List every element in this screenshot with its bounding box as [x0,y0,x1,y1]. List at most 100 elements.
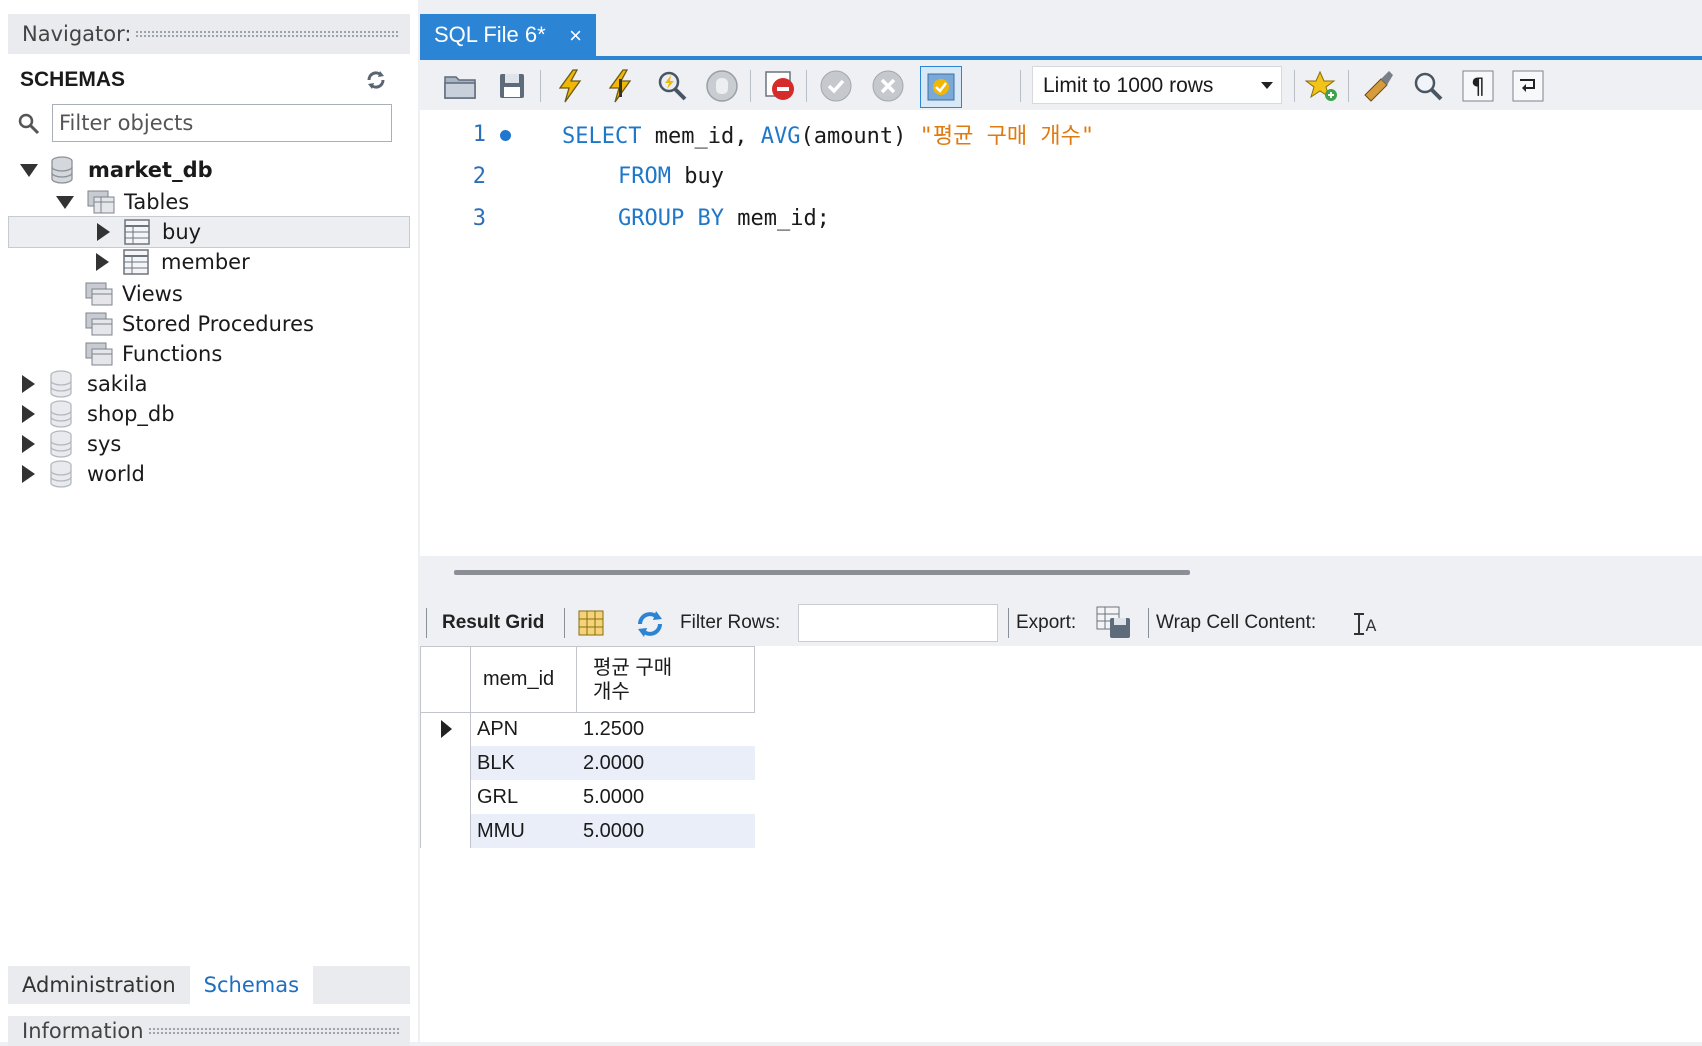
tree-label: Tables [124,190,190,214]
autocommit-toggle[interactable] [920,66,962,108]
expand-arrow-icon[interactable] [22,375,35,393]
column-header-mem-id[interactable]: mem_id [471,647,577,713]
beautify-button[interactable] [1360,68,1396,104]
schema-label: sakila [87,372,148,396]
tree-item-functions[interactable]: Functions [84,338,222,370]
schemas-label: SCHEMAS [20,68,126,91]
horizontal-scrollbar[interactable] [420,556,1702,596]
expand-arrow-icon[interactable] [97,223,110,241]
schemas-bar: SCHEMAS [8,60,410,100]
rollback-button[interactable] [870,68,906,104]
sql-editor[interactable]: 1 SELECT mem_id, AVG(amount) "평균 구매 개수" … [420,110,1702,556]
filter-objects-input[interactable] [52,104,392,142]
stop-on-error-button[interactable] [762,68,798,104]
schema-sys[interactable]: sys [22,428,121,460]
tab-schemas[interactable]: Schemas [189,966,314,1004]
grid-view-icon[interactable] [578,610,604,636]
tree-item-tables[interactable]: Tables [56,186,189,218]
save-button[interactable] [494,68,530,104]
schema-shop-db[interactable]: shop_db [22,398,175,430]
cell-mem-id[interactable]: APN [471,712,577,746]
cell-avg[interactable]: 1.2500 [577,712,755,746]
export-icon[interactable] [1096,606,1132,640]
filter-rows-label: Filter Rows: [680,612,781,633]
stop-button[interactable] [704,68,740,104]
tree-item-stored-procedures[interactable]: Stored Procedures [84,308,314,340]
expand-arrow-icon[interactable] [96,253,109,271]
expand-arrow-icon[interactable] [22,405,35,423]
table-icon [124,219,150,245]
filter-rows-input[interactable] [798,604,998,642]
tree-label: Functions [122,342,223,366]
table-row[interactable]: BLK 2.0000 [420,746,755,780]
limit-rows-label: Limit to 1000 rows [1043,74,1214,97]
tree-item-views[interactable]: Views [84,278,183,310]
tree-item-table-member[interactable]: member [96,246,250,278]
tab-sql-file-6[interactable]: SQL File 6* × [420,14,596,56]
magnifier-icon [1414,72,1443,101]
column-header-avg[interactable]: 평균 구매 개수 [577,647,755,713]
line-number: 1 [472,121,486,147]
table-row[interactable]: APN 1.2500 [420,712,755,746]
collapse-arrow-icon[interactable] [56,195,74,209]
pilcrow-icon: ¶ [1462,70,1494,102]
tab-administration[interactable]: Administration [8,966,190,1004]
schema-world[interactable]: world [22,458,145,490]
sql-toolbar: Limit to 1000 rows ¶ [420,60,1702,110]
cell-mem-id[interactable]: MMU [471,814,577,848]
cell-avg[interactable]: 5.0000 [577,814,755,848]
svg-text:¶: ¶ [1471,75,1485,100]
row-selector[interactable] [421,814,471,848]
row-selector[interactable] [421,746,471,780]
explain-button[interactable] [654,68,690,104]
editor-tab-strip: SQL File 6* × [420,14,1702,60]
functions-folder-icon [85,342,113,366]
execute-current-button[interactable] [604,68,640,104]
error-stop-icon [765,71,794,100]
expand-arrow-icon[interactable] [22,465,35,483]
export-label: Export: [1016,612,1077,633]
execute-button[interactable] [552,68,588,104]
procedures-folder-icon [85,312,113,336]
expand-arrow-icon[interactable] [22,435,35,453]
refresh-results-icon[interactable] [634,610,666,638]
invisible-chars-button[interactable]: ¶ [1460,68,1496,104]
row-selector[interactable] [421,780,471,814]
x-circle-icon [872,70,904,102]
refresh-schemas-icon[interactable] [364,68,388,92]
keyword: GROUP BY [618,205,724,231]
wrap-cell-icon[interactable]: A [1352,612,1378,636]
tree-item-table-buy[interactable]: buy [8,216,410,248]
collapse-arrow-icon[interactable] [20,163,38,177]
row-selector[interactable] [421,712,471,746]
result-grid-tab[interactable]: Result Grid [442,600,544,646]
table-row[interactable]: MMU 5.0000 [420,814,755,848]
commit-button[interactable] [818,68,854,104]
code-text: FROM buy [618,164,724,189]
schema-sakila[interactable]: sakila [22,368,148,400]
scrollbar-thumb[interactable] [454,570,1190,575]
close-icon[interactable]: × [569,25,582,47]
cell-avg[interactable]: 5.0000 [577,780,755,814]
limit-rows-select[interactable]: Limit to 1000 rows [1032,66,1282,104]
add-snippet-button[interactable] [1304,68,1340,104]
open-file-button[interactable] [442,68,478,104]
schema-label: sys [87,432,122,456]
cell-mem-id[interactable]: BLK [471,746,577,780]
schema-label: world [87,462,145,486]
schema-market-db[interactable]: market_db [20,154,213,186]
current-row-arrow-icon [441,720,452,738]
table-icon [123,249,149,275]
code-line-3: 3 GROUP BY mem_id; [420,198,1702,238]
table-row[interactable]: GRL 5.0000 [420,780,755,814]
database-icon [50,370,72,398]
navigator-tabs: Administration Schemas [8,966,410,1004]
tree-label: member [161,250,250,274]
cell-avg[interactable]: 2.0000 [577,746,755,780]
schema-label: shop_db [87,402,175,426]
cell-mem-id[interactable]: GRL [471,780,577,814]
word-wrap-button[interactable] [1510,68,1546,104]
svg-text:A: A [1366,616,1377,635]
find-button[interactable] [1410,68,1446,104]
keyword: SELECT [562,124,642,149]
